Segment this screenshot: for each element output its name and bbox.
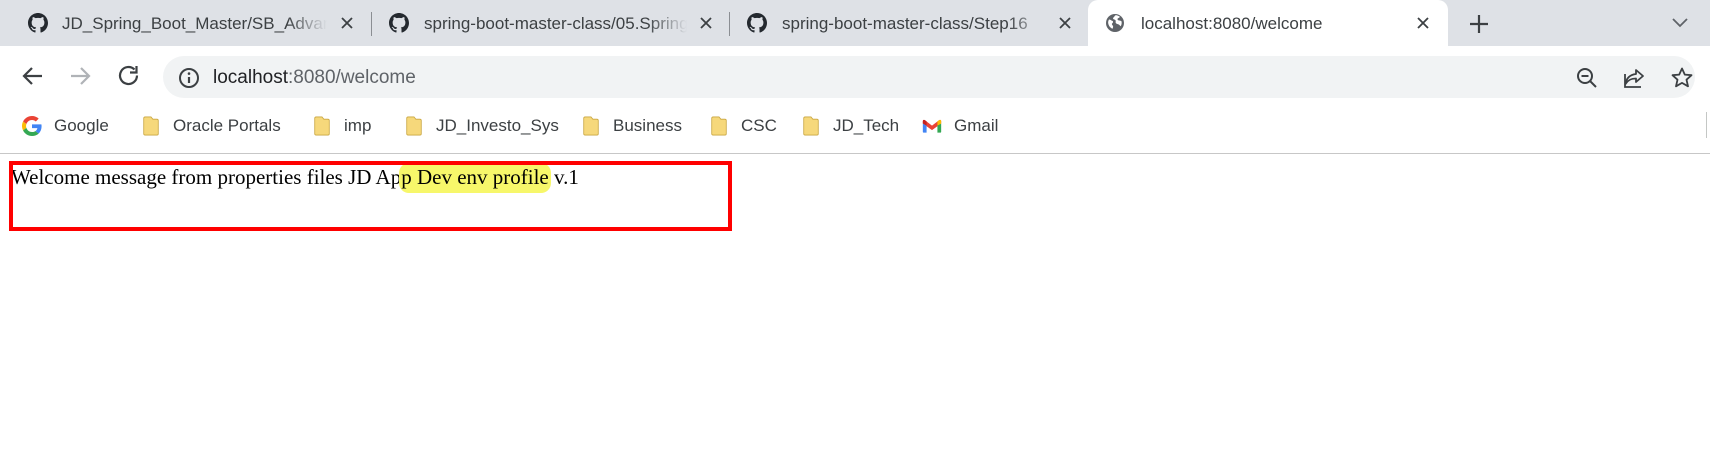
tab-2[interactable]: spring-boot-master-class/05.Spring [371, 0, 726, 46]
reload-icon[interactable] [116, 63, 142, 89]
gmail-icon [922, 119, 942, 133]
github-icon [389, 13, 409, 33]
bookmark-csc[interactable]: CSC [709, 106, 777, 146]
zoom-out-icon[interactable] [1575, 66, 1599, 90]
bookmark-label: imp [344, 116, 372, 135]
folder-icon [406, 116, 422, 136]
tab-title: localhost:8080/welcome [1141, 14, 1323, 33]
new-tab-button[interactable] [1466, 11, 1492, 37]
info-icon[interactable] [178, 67, 200, 89]
folder-icon [711, 116, 727, 136]
folder-icon [314, 116, 330, 136]
google-icon [22, 116, 42, 136]
globe-icon [1106, 14, 1124, 32]
bookmark-label: Business [613, 116, 682, 135]
bookmark-gmail[interactable]: Gmail [922, 106, 998, 146]
github-icon [747, 13, 767, 33]
tab-title: JD_Spring_Boot_Master/SB_Advanced [62, 14, 327, 33]
tab-1[interactable]: JD_Spring_Boot_Master/SB_Advanced [12, 0, 367, 46]
folder-icon [803, 116, 819, 136]
bookmark-label: Google [54, 116, 109, 135]
tab-title: spring-boot-master-class/05.Spring [424, 14, 687, 33]
bookmark-business[interactable]: Business [581, 106, 682, 146]
bookmark-star-icon[interactable] [1670, 66, 1694, 90]
bookmarks-bar-separator [1706, 112, 1707, 138]
url-text[interactable]: localhost:8080/welcome [213, 67, 416, 89]
url-host: localhost [213, 67, 288, 88]
tab-3[interactable]: spring-boot-master-class/Step16 [729, 0, 1087, 46]
bookmark-google[interactable]: Google [22, 106, 109, 146]
url-path: :8080/welcome [288, 67, 416, 88]
bookmark-label: CSC [741, 116, 777, 135]
tab-4-active[interactable]: localhost:8080/welcome [1088, 0, 1448, 46]
bookmark-label: JD_Investo_Sys [436, 116, 559, 135]
annotation-box [9, 161, 732, 231]
close-icon[interactable] [337, 13, 357, 33]
share-icon[interactable] [1622, 66, 1646, 90]
close-icon[interactable] [1055, 13, 1075, 33]
bookmark-label: Gmail [954, 116, 999, 135]
forward-arrow-icon[interactable] [67, 63, 93, 89]
bookmark-label: Oracle Portals [173, 116, 281, 135]
folder-icon [143, 116, 159, 136]
back-arrow-icon[interactable] [20, 63, 46, 89]
bookmark-oracle-portals[interactable]: Oracle Portals [141, 106, 281, 146]
close-icon[interactable] [696, 13, 716, 33]
bookmark-jd-investo-sys[interactable]: JD_Investo_Sys [404, 106, 559, 146]
github-icon [28, 13, 48, 33]
tab-title: spring-boot-master-class/Step16 [782, 14, 1028, 33]
chevron-down-icon[interactable] [1670, 14, 1690, 32]
bookmark-label: JD_Tech [833, 116, 900, 135]
bookmark-jd-tech[interactable]: JD_Tech [801, 106, 899, 146]
folder-icon [583, 116, 599, 136]
close-icon[interactable] [1413, 13, 1433, 33]
bookmark-imp[interactable]: imp [312, 106, 371, 146]
